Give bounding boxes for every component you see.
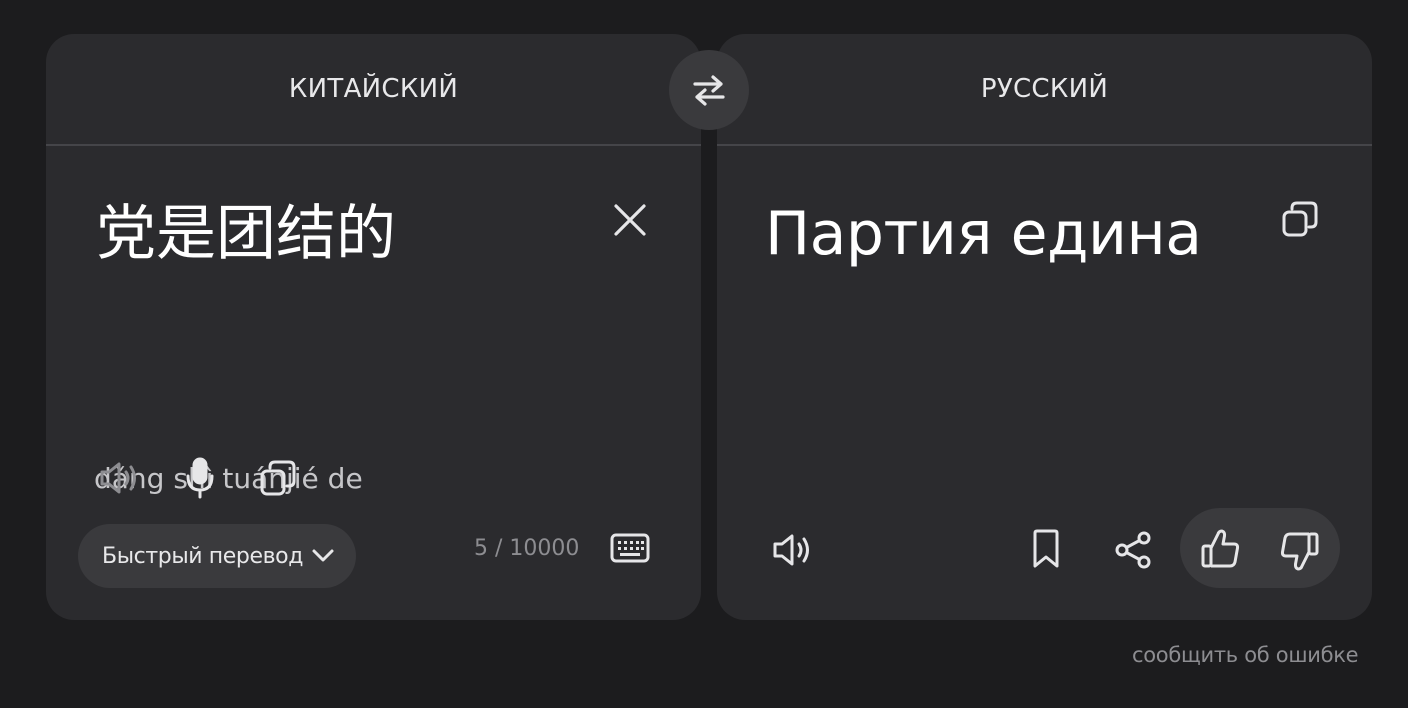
speaker-icon bbox=[100, 462, 136, 494]
close-icon bbox=[614, 204, 646, 236]
share-icon bbox=[1115, 531, 1151, 569]
copy-icon bbox=[1282, 201, 1318, 237]
swap-arrows-icon bbox=[693, 75, 725, 106]
source-panel-header: КИТАЙСКИЙ bbox=[46, 34, 701, 146]
quick-translate-label: Быстрый перевод bbox=[102, 543, 304, 569]
character-counter: 5 / 10000 bbox=[474, 536, 580, 561]
like-button[interactable] bbox=[1199, 526, 1243, 572]
chevron-down-icon bbox=[312, 549, 334, 562]
source-listen-button[interactable] bbox=[98, 456, 142, 500]
target-panel-header: РУССКИЙ bbox=[717, 34, 1372, 146]
keyboard-icon bbox=[610, 533, 650, 563]
target-language-selector[interactable]: РУССКИЙ bbox=[981, 74, 1108, 104]
bookmark-button[interactable] bbox=[1025, 526, 1067, 572]
copy-icon bbox=[260, 460, 296, 496]
thumbs-up-icon bbox=[1201, 529, 1240, 568]
virtual-keyboard-button[interactable] bbox=[608, 528, 652, 568]
translation-listen-button[interactable] bbox=[771, 528, 815, 572]
source-text-input[interactable]: 党是团结的 bbox=[96, 196, 596, 272]
quick-translate-dropdown[interactable]: Быстрый перевод bbox=[78, 524, 356, 588]
share-button[interactable] bbox=[1111, 528, 1155, 572]
source-panel: КИТАЙСКИЙ 党是团结的 dǎng shì tuánjié de Быст… bbox=[46, 34, 701, 620]
microphone-icon bbox=[186, 457, 214, 499]
voice-input-button[interactable] bbox=[178, 454, 222, 502]
thumbs-down-icon bbox=[1280, 532, 1319, 571]
clear-button[interactable] bbox=[610, 200, 650, 240]
report-error-link[interactable]: сообщить об ошибке bbox=[1132, 643, 1359, 667]
source-language-selector[interactable]: КИТАЙСКИЙ bbox=[289, 74, 458, 104]
target-panel: РУССКИЙ Партия едина bbox=[717, 34, 1372, 620]
speaker-icon bbox=[773, 534, 809, 566]
bookmark-icon bbox=[1033, 529, 1059, 568]
source-copy-button[interactable] bbox=[256, 456, 300, 500]
dislike-button[interactable] bbox=[1277, 528, 1321, 574]
translation-copy-button[interactable] bbox=[1279, 198, 1321, 240]
swap-languages-button[interactable] bbox=[669, 50, 749, 130]
translation-text: Партия едина bbox=[765, 199, 1202, 269]
